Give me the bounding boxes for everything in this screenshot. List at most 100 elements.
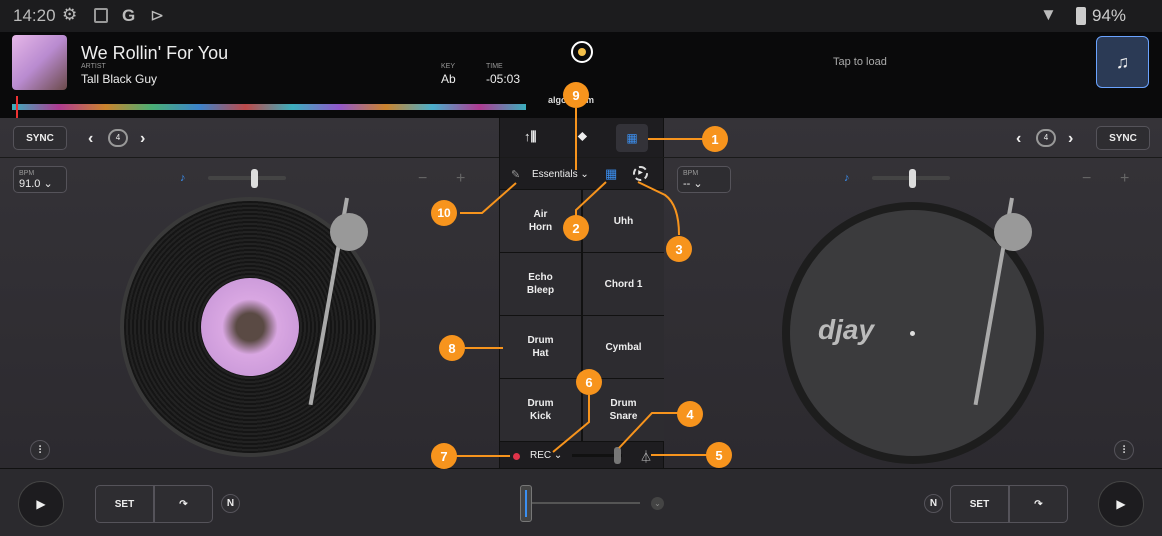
callout-7: 7 (431, 443, 457, 469)
sampler-volume-handle[interactable] (614, 447, 621, 464)
album-art[interactable] (12, 35, 67, 90)
notification-icon (94, 8, 108, 23)
loop-button-right[interactable]: 4 (1036, 129, 1056, 147)
djay-logo: djay (818, 314, 875, 345)
sliders-icon: ⫶ (38, 444, 42, 456)
callout-10: 10 (431, 200, 457, 226)
eq-button-left[interactable]: ⫶ (30, 440, 50, 460)
artist-label: ARTIST (81, 63, 106, 70)
bpm-box-left[interactable]: BPM 91.0 ⌄ (13, 166, 67, 193)
key-label: KEY (441, 63, 456, 70)
play-button-right[interactable]: ▶ (1098, 481, 1144, 527)
pitch-minus[interactable]: − (418, 170, 427, 188)
callout-4: 4 (677, 401, 703, 427)
eq-button-right[interactable]: ⫶ (1114, 440, 1134, 460)
tonearm-base-right (994, 213, 1032, 251)
pitch-plus[interactable]: + (456, 170, 465, 188)
loop-next-icon[interactable]: › (140, 130, 145, 148)
bpm-label-right: BPM (683, 170, 699, 177)
set-cue-button-left[interactable]: SET (95, 485, 154, 523)
play-mode-icon[interactable]: ▶ (633, 166, 648, 181)
pad-chord-1[interactable]: Chord 1 (583, 253, 664, 315)
crossfader-options-icon[interactable]: ⌄ (651, 497, 664, 510)
time-label: TIME (486, 63, 503, 70)
tempo-note-icon-right: ♪ (844, 172, 850, 184)
clock: 14:20 (13, 6, 56, 25)
pad-drum-kick[interactable]: Drum Kick (500, 379, 581, 441)
settings-icon: ⚙ (62, 5, 78, 24)
play-button-left[interactable]: ▶ (18, 481, 64, 527)
record-icon[interactable] (571, 41, 593, 63)
pad-drum-hat[interactable]: Drum Hat (500, 316, 581, 378)
set-cue-button-right[interactable]: SET (950, 485, 1009, 523)
n-button-left[interactable]: N (221, 494, 240, 513)
callout-8: 8 (439, 335, 465, 361)
record-label-art (201, 278, 299, 376)
tempo-note-icon: ♪ (180, 172, 186, 184)
rec-dot-icon (513, 453, 520, 460)
tap-to-load[interactable]: Tap to load (833, 56, 887, 68)
pad-cymbal[interactable]: Cymbal (583, 316, 664, 378)
tonearm-base (330, 213, 368, 251)
right-deck: ‹ 4 › SYNC BPM -- ⌄ ♪ − + djay ⫶ (664, 118, 1162, 468)
metronome-icon[interactable]: ⏃ (640, 448, 652, 465)
callout-1: 1 (702, 126, 728, 152)
sliders-icon: ⫶ (1122, 444, 1126, 456)
crossfader-handle[interactable] (520, 485, 532, 522)
pad-uhh[interactable]: Uhh (583, 190, 664, 252)
pad-grid-icon[interactable]: ▦ (605, 166, 617, 182)
callout-3: 3 (666, 236, 692, 262)
redo-arrow-icon: ↷ (1034, 498, 1043, 510)
music-note-icon: ♫ (1115, 51, 1130, 72)
sampler-tab-button[interactable]: ▦ (616, 124, 648, 152)
play-icon: ▶ (1116, 497, 1126, 511)
battery-icon (1076, 7, 1086, 25)
play-store-icon: ⊳ (150, 6, 165, 25)
library-button[interactable]: ♫ (1096, 36, 1149, 88)
track-title: We Rollin' For You (81, 43, 229, 63)
loop-button[interactable]: 4 (108, 129, 128, 147)
pitch-minus-right[interactable]: − (1082, 170, 1091, 188)
bpm-value: 91.0 ⌄ (19, 178, 53, 190)
sampler-panel: ↑⫼ ⫶◆ ▦ ✎ Essentials ⌄ ▦ ▶ Air Horn Uhh … (499, 118, 665, 468)
edit-pencil-icon[interactable]: ✎ (511, 168, 520, 181)
rec-dropdown[interactable]: REC ⌄ (530, 450, 562, 461)
mixer-icon[interactable]: ↑⫼ (524, 129, 536, 145)
callout-6: 6 (576, 369, 602, 395)
sync-button-right[interactable]: SYNC (1096, 126, 1150, 150)
waveform-overview[interactable] (12, 104, 526, 110)
pitch-slider-handle-right[interactable] (909, 169, 916, 188)
crossfader[interactable] (530, 502, 640, 504)
pitch-slider[interactable] (208, 176, 286, 180)
transport-bar: ▶ SET ↷ N ⌄ N SET ↷ ▶ (0, 468, 1162, 536)
left-deck: SYNC ‹ 4 › BPM 91.0 ⌄ ♪ − + ⫶ (0, 118, 499, 468)
playhead (16, 96, 18, 118)
grid-icon: ▦ (626, 131, 638, 145)
callout-5: 5 (706, 442, 732, 468)
key-value: Ab (441, 72, 456, 86)
spindle (910, 331, 915, 336)
play-icon: ▶ (36, 497, 46, 511)
waveform-icon[interactable]: ⫶◆ (574, 129, 588, 145)
pad-echo-bleep[interactable]: Echo Bleep (500, 253, 581, 315)
status-bar: 14:20 ⚙ G ⊳ ▼ 94% (0, 0, 1162, 32)
loop-prev-icon[interactable]: ‹ (88, 130, 93, 148)
bpm-label: BPM (19, 170, 35, 177)
n-button-right[interactable]: N (924, 494, 943, 513)
callout-9: 9 (563, 82, 589, 108)
time-value: -05:03 (486, 72, 521, 86)
pitch-plus-right[interactable]: + (1120, 170, 1129, 188)
bpm-value-right: -- ⌄ (683, 178, 703, 190)
wifi-icon: ▼ (1040, 5, 1057, 24)
cue-jump-button-left[interactable]: ↷ (154, 485, 213, 523)
sample-bank-dropdown[interactable]: Essentials ⌄ (532, 169, 589, 180)
sync-button-left[interactable]: SYNC (13, 126, 67, 150)
bpm-box-right[interactable]: BPM -- ⌄ (677, 166, 731, 193)
callout-2: 2 (563, 215, 589, 241)
loop-prev-icon-right[interactable]: ‹ (1016, 130, 1021, 148)
cue-jump-button-right[interactable]: ↷ (1009, 485, 1068, 523)
artist-name: Tall Black Guy (81, 72, 158, 86)
loop-next-icon-right[interactable]: › (1068, 130, 1073, 148)
pitch-slider-handle[interactable] (251, 169, 258, 188)
google-icon: G (122, 6, 136, 25)
